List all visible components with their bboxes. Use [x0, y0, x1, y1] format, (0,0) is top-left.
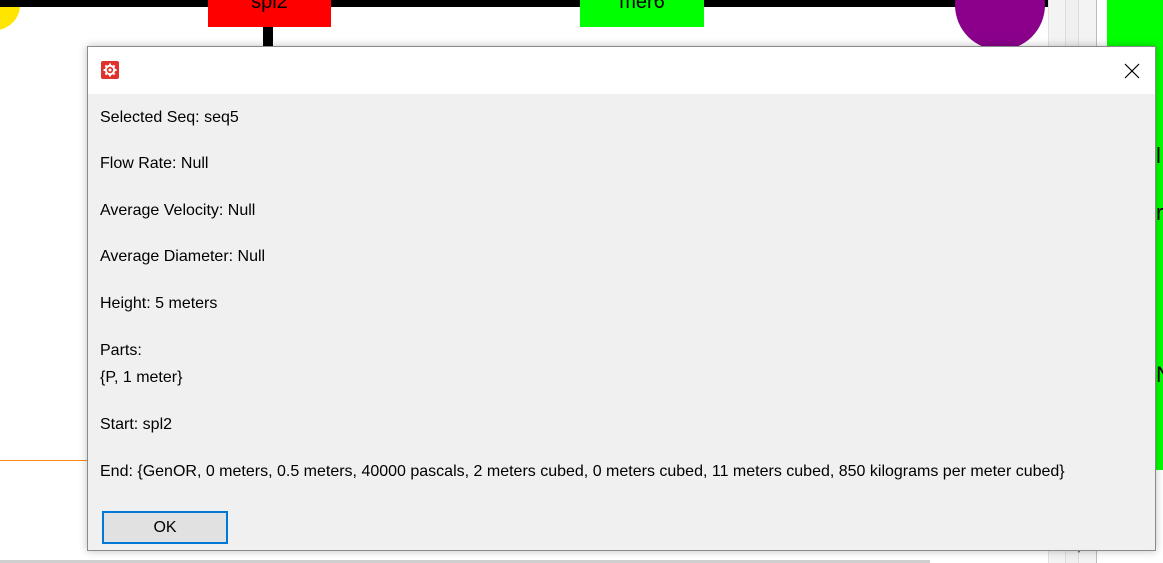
close-button[interactable]: [1109, 47, 1155, 94]
average-diameter-text: Average Diameter: Null: [100, 248, 266, 265]
sequence-info-dialog: Selected Seq: seq5 Flow Rate: Null Avera…: [87, 46, 1156, 551]
green-panel-text: N: [1156, 362, 1163, 388]
connection-line: [0, 0, 1048, 7]
dialog-titlebar[interactable]: [88, 47, 1155, 94]
flow-rate-text: Flow Rate: Null: [100, 155, 209, 172]
parts-value: {P, 1 meter}: [100, 369, 183, 386]
end-text: End: {GenOR, 0 meters, 0.5 meters, 40000…: [100, 463, 1065, 480]
start-text: Start: spl2: [100, 416, 173, 433]
ok-button[interactable]: OK: [102, 511, 228, 544]
parts-label: Parts:: [100, 342, 142, 359]
orange-connection-line: [0, 460, 90, 461]
node-spl2[interactable]: spl2: [208, 0, 331, 27]
gear-icon: [101, 61, 119, 79]
node-spl2-label: spl2: [251, 0, 288, 13]
node-mer6[interactable]: mer6: [580, 0, 704, 27]
green-panel-text: r: [1156, 200, 1163, 225]
green-panel-text: l: [1156, 143, 1161, 168]
selected-seq-text: Selected Seq: seq5: [100, 109, 239, 126]
purple-node[interactable]: [955, 0, 1045, 50]
node-mer6-label: mer6: [619, 0, 665, 13]
average-velocity-text: Average Velocity: Null: [100, 202, 256, 219]
height-text: Height: 5 meters: [100, 295, 218, 312]
close-icon: [1124, 63, 1140, 78]
